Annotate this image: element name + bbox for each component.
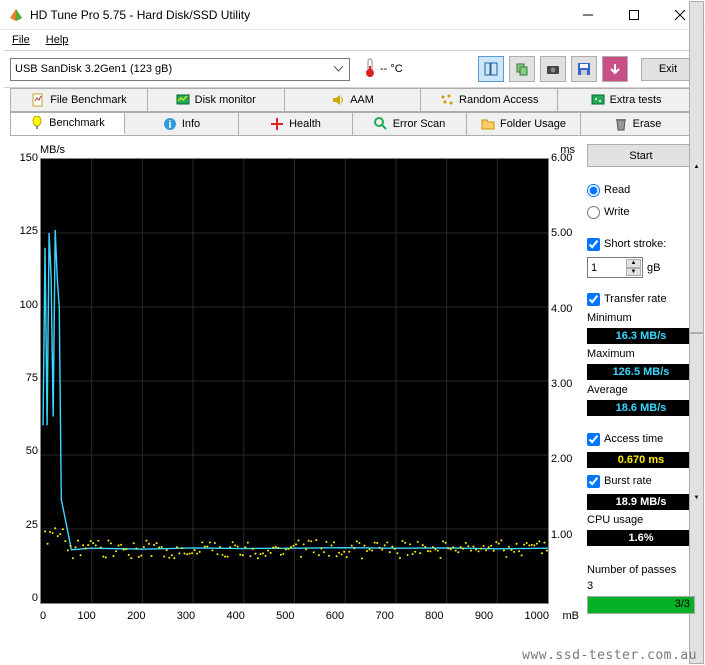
tab-disk-monitor[interactable]: Disk monitor — [148, 89, 285, 112]
toolbar-btn-options[interactable] — [602, 56, 628, 82]
passes-input[interactable]: 3▲▼ — [587, 580, 643, 592]
tab-extra-tests[interactable]: Extra tests — [558, 89, 694, 112]
access-time-check[interactable]: Access time — [587, 430, 695, 448]
tab-health[interactable]: Health — [239, 113, 353, 135]
svg-text:i: i — [168, 119, 171, 131]
app-icon — [8, 7, 24, 23]
drive-select-value: USB SanDisk 3.2Gen1 (123 gB) — [15, 63, 172, 75]
toolbar-btn-screenshot[interactable] — [540, 56, 566, 82]
toolbar-btn-1[interactable] — [478, 56, 504, 82]
y-ticks-left: 1501251007550250 — [10, 152, 38, 604]
passes-label: Number of passes — [587, 564, 695, 576]
tab-erase[interactable]: Erase — [581, 113, 694, 135]
maximum-label: Maximum — [587, 348, 695, 360]
chevron-down-icon — [330, 61, 347, 78]
y-ticks-right: 6.005.004.003.002.001.00 — [551, 152, 579, 604]
tab-strip: File Benchmark Disk monitor AAM Random A… — [0, 88, 705, 136]
menu-file[interactable]: File — [6, 32, 36, 48]
speaker-icon — [331, 93, 345, 107]
x-axis-unit: mB — [563, 610, 580, 622]
minimum-label: Minimum — [587, 312, 695, 324]
tab-info[interactable]: iInfo — [125, 113, 239, 135]
burst-rate-check[interactable]: Burst rate — [587, 472, 695, 490]
average-label: Average — [587, 384, 695, 396]
tab-random-access[interactable]: Random Access — [421, 89, 558, 112]
maximize-button[interactable] — [611, 0, 657, 30]
toolbar: USB SanDisk 3.2Gen1 (123 gB) -- °C Exit — [0, 51, 705, 87]
random-icon — [440, 93, 454, 107]
window-title: HD Tune Pro 5.75 - Hard Disk/SSD Utility — [30, 8, 565, 22]
tab-aam[interactable]: AAM — [285, 89, 422, 112]
y-axis-left-title: MB/s — [40, 144, 65, 156]
health-icon — [270, 117, 284, 131]
burst-rate-value: 18.9 MB/s — [587, 494, 695, 510]
file-icon — [31, 93, 45, 107]
temperature-display: -- °C — [364, 58, 403, 81]
folder-icon — [481, 117, 495, 131]
menu-help[interactable]: Help — [40, 32, 75, 48]
side-panel: Start Read Write Short stroke: 1▲▼ gB Tr… — [587, 144, 695, 634]
menu-bar: File Help — [0, 30, 705, 50]
short-stroke-check[interactable]: Short stroke: — [587, 235, 695, 253]
tab-file-benchmark[interactable]: File Benchmark — [11, 89, 148, 112]
watermark: www.ssd-tester.com.au — [522, 648, 697, 663]
minimum-value: 16.3 MB/s — [587, 328, 695, 344]
tab-benchmark[interactable]: Benchmark — [11, 113, 125, 135]
benchmark-icon — [30, 116, 44, 130]
title-bar: HD Tune Pro 5.75 - Hard Disk/SSD Utility — [0, 0, 705, 30]
thermometer-icon — [364, 58, 376, 81]
drive-select[interactable]: USB SanDisk 3.2Gen1 (123 gB) — [10, 58, 350, 81]
passes-progress: 3/3 — [587, 596, 695, 614]
toolbar-btn-save[interactable] — [571, 56, 597, 82]
access-time-value: 0.670 ms — [587, 452, 695, 468]
short-stroke-input[interactable]: 1▲▼ — [587, 257, 643, 278]
minimize-button[interactable] — [565, 0, 611, 30]
tools-icon — [591, 93, 605, 107]
write-radio[interactable]: Write — [587, 203, 695, 221]
tab-error-scan[interactable]: Error Scan — [353, 113, 467, 135]
benchmark-chart: MB/s ms 1501251007550250 6.005.004.003.0… — [10, 144, 579, 634]
temperature-value: -- °C — [380, 63, 403, 75]
info-icon: i — [163, 117, 177, 131]
search-icon — [374, 117, 388, 131]
tab-folder-usage[interactable]: Folder Usage — [467, 113, 581, 135]
exit-button[interactable]: Exit — [641, 58, 695, 81]
toolbar-btn-copy[interactable] — [509, 56, 535, 82]
transfer-rate-check[interactable]: Transfer rate — [587, 290, 695, 308]
chart-canvas — [40, 158, 549, 604]
cpu-usage-label: CPU usage — [587, 514, 695, 526]
average-value: 18.6 MB/s — [587, 400, 695, 416]
x-ticks: 01002003004005006007008009001000 — [40, 610, 549, 622]
cpu-usage-value: 1.6% — [587, 530, 695, 546]
start-button[interactable]: Start — [587, 144, 695, 167]
monitor-icon — [176, 93, 190, 107]
maximum-value: 126.5 MB/s — [587, 364, 695, 380]
trash-icon — [614, 117, 628, 131]
read-radio[interactable]: Read — [587, 181, 695, 199]
